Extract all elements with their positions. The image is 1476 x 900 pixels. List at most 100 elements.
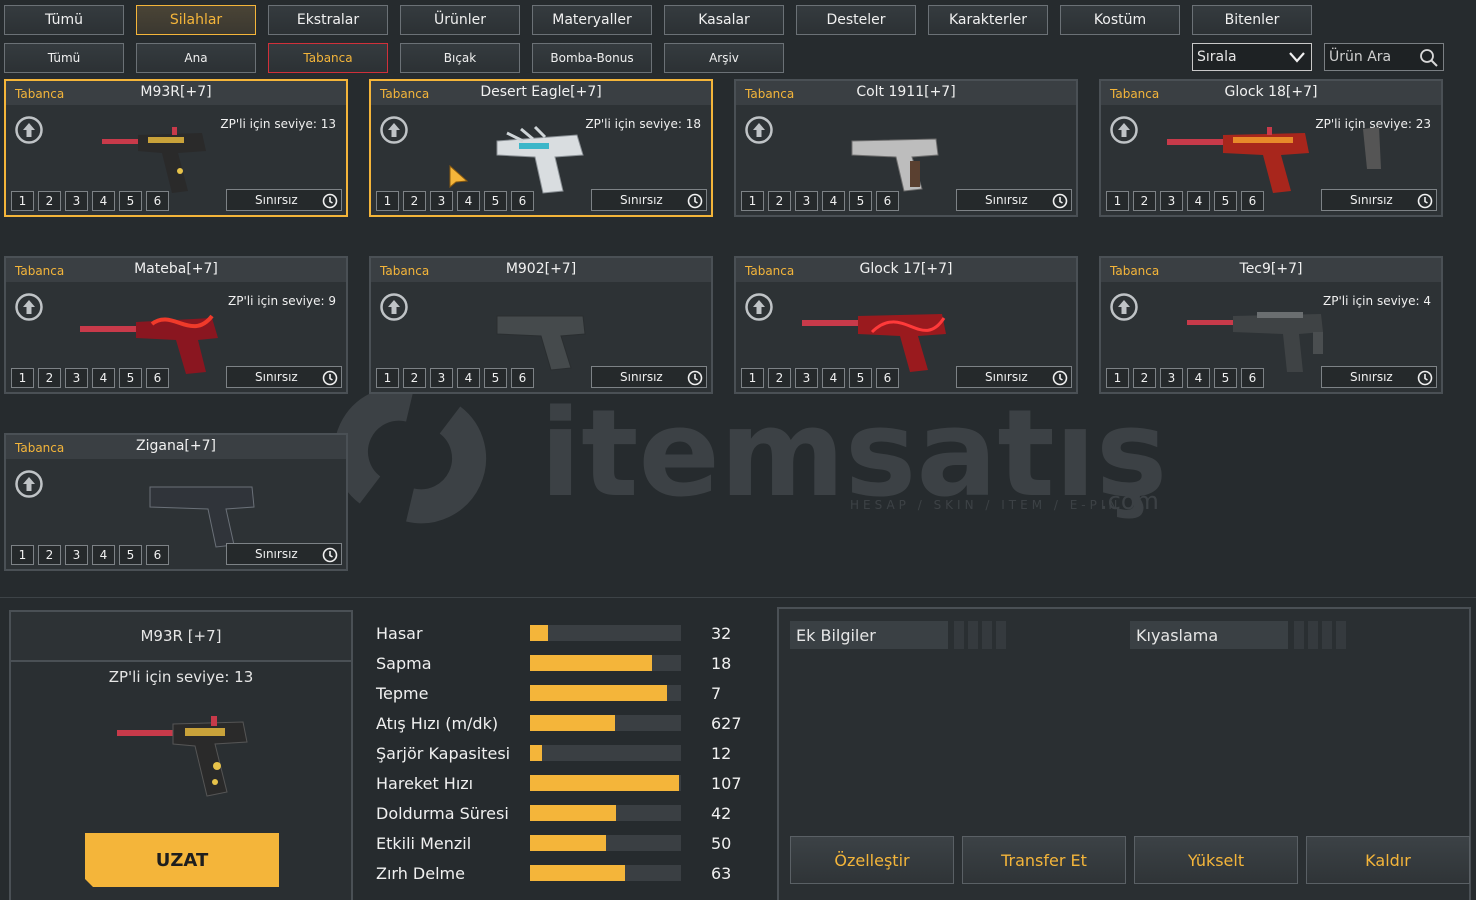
- slot-number-button[interactable]: 5: [1214, 368, 1237, 388]
- subtab-bicak[interactable]: Bıçak: [400, 43, 520, 73]
- slot-number-button[interactable]: 1: [11, 191, 34, 211]
- slot-number-button[interactable]: 5: [119, 545, 142, 565]
- slot-number-button[interactable]: 4: [822, 368, 845, 388]
- slot-number-button[interactable]: 6: [876, 368, 899, 388]
- slot-number-button[interactable]: 6: [876, 191, 899, 211]
- subtab-arsiv[interactable]: Arşiv: [664, 43, 784, 73]
- slot-number-button[interactable]: 4: [457, 191, 480, 211]
- tab-karakterler[interactable]: Karakterler: [928, 5, 1048, 35]
- tab-bitenler[interactable]: Bitenler: [1192, 5, 1312, 35]
- duration-badge[interactable]: Sınırsız: [591, 366, 707, 388]
- subtab-tumu[interactable]: Tümü: [4, 43, 124, 73]
- slot-number-button[interactable]: 4: [92, 545, 115, 565]
- slot-number-button[interactable]: 4: [92, 191, 115, 211]
- slot-number-button[interactable]: 4: [1187, 191, 1210, 211]
- tab-urunler[interactable]: Ürünler: [400, 5, 520, 35]
- remove-button[interactable]: Kaldır: [1306, 836, 1470, 884]
- slot-number-button[interactable]: 3: [1160, 191, 1183, 211]
- slot-number-button[interactable]: 5: [119, 191, 142, 211]
- slot-number-button[interactable]: 1: [741, 368, 764, 388]
- slot-number-button[interactable]: 1: [376, 191, 399, 211]
- slot-number-button[interactable]: 4: [92, 368, 115, 388]
- slot-number-button[interactable]: 1: [376, 368, 399, 388]
- tab-ekstralar[interactable]: Ekstralar: [268, 5, 388, 35]
- weapon-card[interactable]: Tabanca Glock 18[+7] ZP'li için seviye: …: [1099, 79, 1443, 217]
- upgrade-arrow-icon[interactable]: [14, 292, 44, 322]
- tab-materyaller[interactable]: Materyaller: [532, 5, 652, 35]
- upgrade-arrow-icon[interactable]: [744, 292, 774, 322]
- weapon-card[interactable]: Tabanca Colt 1911[+7] 123456 Sınırsız: [734, 79, 1078, 217]
- weapon-card[interactable]: Tabanca M902[+7] 123456 Sınırsız: [369, 256, 713, 394]
- slot-number-button[interactable]: 3: [795, 368, 818, 388]
- weapon-card[interactable]: Tabanca Tec9[+7] ZP'li için seviye: 4 12…: [1099, 256, 1443, 394]
- weapon-card[interactable]: Tabanca Desert Eagle[+7] ZP'li için sevi…: [369, 79, 713, 217]
- slot-number-button[interactable]: 5: [1214, 191, 1237, 211]
- tab-desteler[interactable]: Desteler: [796, 5, 916, 35]
- slot-number-button[interactable]: 6: [1241, 368, 1264, 388]
- slot-number-button[interactable]: 6: [511, 368, 534, 388]
- slot-number-button[interactable]: 6: [146, 191, 169, 211]
- subtab-bomba-bonus[interactable]: Bomba-Bonus: [532, 43, 652, 73]
- slot-number-button[interactable]: 4: [1187, 368, 1210, 388]
- tab-silahlar[interactable]: Silahlar: [136, 5, 256, 35]
- weapon-card[interactable]: Tabanca Mateba[+7] ZP'li için seviye: 9 …: [4, 256, 348, 394]
- slot-number-button[interactable]: 3: [1160, 368, 1183, 388]
- upgrade-arrow-icon[interactable]: [744, 115, 774, 145]
- slot-number-button[interactable]: 5: [119, 368, 142, 388]
- slot-number-button[interactable]: 2: [1133, 191, 1156, 211]
- slot-number-button[interactable]: 1: [1106, 368, 1129, 388]
- upgrade-arrow-icon[interactable]: [379, 115, 409, 145]
- upgrade-arrow-icon[interactable]: [379, 292, 409, 322]
- slot-number-button[interactable]: 1: [11, 545, 34, 565]
- upgrade-arrow-icon[interactable]: [1109, 292, 1139, 322]
- duration-badge[interactable]: Sınırsız: [956, 189, 1072, 211]
- slot-number-button[interactable]: 4: [822, 191, 845, 211]
- upgrade-arrow-icon[interactable]: [14, 469, 44, 499]
- slot-number-button[interactable]: 6: [511, 191, 534, 211]
- subtab-ana[interactable]: Ana: [136, 43, 256, 73]
- slot-number-button[interactable]: 6: [146, 368, 169, 388]
- slot-number-button[interactable]: 3: [65, 545, 88, 565]
- tab-kostum[interactable]: Kostüm: [1060, 5, 1180, 35]
- duration-badge[interactable]: Sınırsız: [226, 543, 342, 565]
- slot-number-button[interactable]: 1: [741, 191, 764, 211]
- weapon-card[interactable]: Tabanca Glock 17[+7] 123456 Sınırsız: [734, 256, 1078, 394]
- tab-kasalar[interactable]: Kasalar: [664, 5, 784, 35]
- slot-number-button[interactable]: 3: [430, 191, 453, 211]
- slot-number-button[interactable]: 5: [484, 368, 507, 388]
- uzat-button[interactable]: UZAT: [85, 833, 279, 887]
- slot-number-button[interactable]: 5: [849, 191, 872, 211]
- duration-badge[interactable]: Sınırsız: [591, 189, 707, 211]
- slot-number-button[interactable]: 2: [38, 191, 61, 211]
- slot-number-button[interactable]: 5: [849, 368, 872, 388]
- slot-number-button[interactable]: 2: [1133, 368, 1156, 388]
- duration-badge[interactable]: Sınırsız: [1321, 189, 1437, 211]
- tab-tumu[interactable]: Tümü: [4, 5, 124, 35]
- duration-badge[interactable]: Sınırsız: [226, 366, 342, 388]
- slot-number-button[interactable]: 5: [484, 191, 507, 211]
- slot-number-button[interactable]: 6: [146, 545, 169, 565]
- slot-number-button[interactable]: 2: [768, 191, 791, 211]
- search-icon[interactable]: [1419, 48, 1439, 68]
- slot-number-button[interactable]: 3: [65, 368, 88, 388]
- slot-number-button[interactable]: 1: [1106, 191, 1129, 211]
- slot-number-button[interactable]: 2: [768, 368, 791, 388]
- duration-badge[interactable]: Sınırsız: [956, 366, 1072, 388]
- customize-button[interactable]: Özelleştir: [790, 836, 954, 884]
- upgrade-arrow-icon[interactable]: [14, 115, 44, 145]
- subtab-tabanca[interactable]: Tabanca: [268, 43, 388, 73]
- slot-number-button[interactable]: 2: [403, 368, 426, 388]
- slot-number-button[interactable]: 2: [38, 545, 61, 565]
- transfer-button[interactable]: Transfer Et: [962, 836, 1126, 884]
- slot-number-button[interactable]: 2: [38, 368, 61, 388]
- slot-number-button[interactable]: 3: [430, 368, 453, 388]
- slot-number-button[interactable]: 1: [11, 368, 34, 388]
- sort-dropdown[interactable]: Sırala: [1192, 43, 1312, 71]
- slot-number-button[interactable]: 2: [403, 191, 426, 211]
- slot-number-button[interactable]: 3: [65, 191, 88, 211]
- upgrade-arrow-icon[interactable]: [1109, 115, 1139, 145]
- slot-number-button[interactable]: 3: [795, 191, 818, 211]
- slot-number-button[interactable]: 6: [1241, 191, 1264, 211]
- upgrade-button[interactable]: Yükselt: [1134, 836, 1298, 884]
- search-input[interactable]: Ürün Ara: [1324, 43, 1444, 71]
